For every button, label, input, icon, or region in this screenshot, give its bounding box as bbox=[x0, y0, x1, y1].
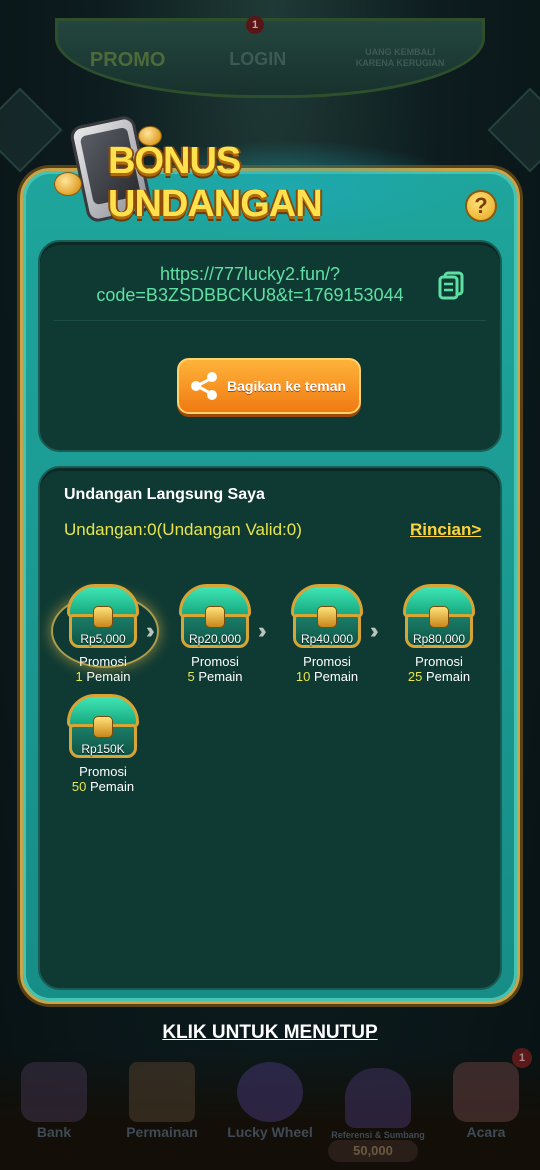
invites-panel: Undangan Langsung Saya Undangan:0(Undang… bbox=[38, 466, 502, 990]
divider bbox=[54, 320, 486, 321]
reward-requirement: 10 Pemain bbox=[295, 669, 359, 684]
nav-label: Bank bbox=[36, 1124, 72, 1140]
nav-label: Lucky Wheel bbox=[227, 1124, 313, 1140]
nav-referral[interactable]: Referensi & Sumbang bbox=[328, 1068, 428, 1140]
coin-icon bbox=[54, 172, 82, 196]
reward-label: Promosi bbox=[79, 764, 127, 779]
treasure-chest-icon: Rp5,000 bbox=[51, 584, 159, 668]
reward-label: Promosi bbox=[303, 654, 351, 669]
share-button-label: Bagikan ke teman bbox=[227, 378, 347, 394]
tab-login[interactable]: LOGIN bbox=[229, 49, 286, 70]
nav-games[interactable]: Permainan bbox=[112, 1062, 212, 1140]
treasure-chest-icon: Rp150K bbox=[65, 694, 141, 760]
invite-link-panel: https://777lucky2.fun/?code=B3ZSDBBCKU8&… bbox=[38, 240, 502, 452]
reward-tier[interactable]: Rp5,000 Promosi 1 Pemain bbox=[51, 584, 159, 684]
reward-requirement: 1 Pemain bbox=[75, 669, 131, 684]
treasure-chest-icon: Rp80,000 bbox=[401, 584, 477, 650]
bank-icon bbox=[21, 1062, 87, 1122]
nav-events[interactable]: Acara 1 bbox=[436, 1048, 536, 1140]
reward-label: Promosi bbox=[415, 654, 463, 669]
reward-requirement: 50 Pemain bbox=[71, 779, 135, 794]
nav-label: Referensi & Sumbang bbox=[331, 1130, 425, 1140]
referral-icon bbox=[345, 1068, 411, 1128]
invites-title: Undangan Langsung Saya bbox=[64, 486, 265, 503]
details-link[interactable]: Rincian> bbox=[410, 520, 481, 540]
nav-label: Permainan bbox=[126, 1124, 198, 1140]
nav-bank[interactable]: Bank bbox=[4, 1062, 104, 1140]
notification-badge: 1 bbox=[246, 16, 264, 34]
tab-promo[interactable]: PROMO bbox=[90, 49, 166, 72]
nav-label: Acara bbox=[466, 1124, 506, 1140]
balance-display: 50,000 bbox=[328, 1140, 418, 1162]
chevron-right-icon: ›› bbox=[258, 618, 266, 643]
share-button[interactable]: Bagikan ke teman bbox=[177, 358, 361, 414]
reward-requirement: 5 Pemain bbox=[187, 669, 243, 684]
gift-icon bbox=[453, 1062, 519, 1122]
reward-tier[interactable]: Rp40,000 Promosi 10 Pemain bbox=[282, 584, 372, 684]
treasure-chest-icon: Rp20,000 bbox=[177, 584, 253, 650]
help-button[interactable]: ? bbox=[465, 190, 497, 222]
reward-amount: Rp150K bbox=[81, 742, 125, 756]
reward-label: Promosi bbox=[191, 654, 239, 669]
chevron-right-icon: ›› bbox=[146, 618, 154, 643]
wheel-icon bbox=[237, 1062, 303, 1122]
nav-lucky-wheel[interactable]: Lucky Wheel bbox=[220, 1062, 320, 1140]
tab-cashback[interactable]: UANG KEMBALI KARENA KERUGIAN bbox=[350, 47, 450, 69]
reward-requirement: 25 Pemain bbox=[407, 669, 471, 684]
copy-icon[interactable] bbox=[436, 270, 466, 300]
bottom-nav: Bank Permainan Lucky Wheel Referensi & S… bbox=[0, 1048, 540, 1170]
close-modal-link[interactable]: KLIK UNTUK MENUTUP bbox=[0, 1022, 540, 1044]
reward-amount: Rp80,000 bbox=[412, 632, 466, 646]
chevron-right-icon: ›› bbox=[370, 618, 378, 643]
slot-777-icon bbox=[129, 1062, 195, 1122]
modal-title: BONUS UNDANGAN bbox=[108, 140, 323, 225]
share-icon bbox=[191, 372, 217, 400]
reward-amount: Rp20,000 bbox=[188, 632, 242, 646]
invite-link[interactable]: https://777lucky2.fun/?code=B3ZSDBBCKU8&… bbox=[80, 264, 420, 306]
reward-amount: Rp5,000 bbox=[80, 632, 126, 646]
reward-tier[interactable]: Rp20,000 Promosi 5 Pemain bbox=[170, 584, 260, 684]
reward-tier[interactable]: Rp150K Promosi 50 Pemain bbox=[58, 694, 148, 794]
invite-count: Undangan:0(Undangan Valid:0) bbox=[64, 520, 302, 539]
reward-amount: Rp40,000 bbox=[300, 632, 354, 646]
treasure-chest-icon: Rp40,000 bbox=[289, 584, 365, 650]
reward-tier[interactable]: Rp80,000 Promosi 25 Pemain bbox=[394, 584, 484, 684]
nav-badge: 1 bbox=[512, 1048, 532, 1068]
